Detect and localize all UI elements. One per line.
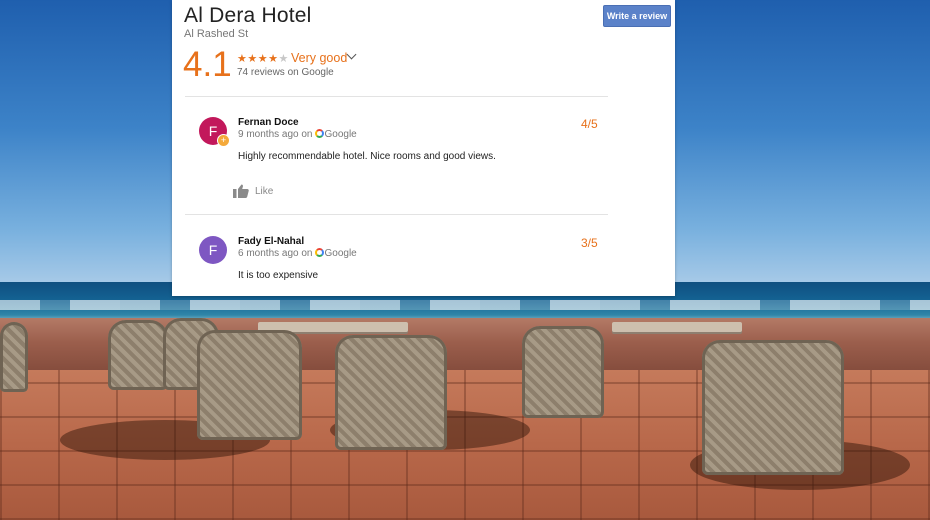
review-meta: 6 months ago on Google: [238, 248, 357, 259]
star-filled-icon: ★: [257, 53, 269, 65]
avatar-initial: F: [208, 242, 218, 258]
google-g-icon: [314, 248, 324, 257]
review-count: 74 reviews on Google: [237, 67, 334, 78]
like-label: Like: [255, 186, 274, 197]
star-filled-icon: ★: [237, 53, 248, 65]
review-score: 3/5: [581, 236, 598, 250]
rating-dropdown[interactable]: Very good: [291, 51, 347, 65]
divider: [185, 96, 608, 97]
review-time: 9 months ago on: [238, 129, 313, 140]
star-filled-icon: ★: [268, 53, 279, 65]
wicker-chair: [335, 335, 447, 450]
wicker-chair: [197, 330, 302, 440]
write-review-button[interactable]: Write a review: [603, 5, 671, 27]
avatar[interactable]: F +: [199, 117, 230, 147]
overall-rating: 4.1: [183, 45, 232, 84]
google-g-icon: [314, 129, 324, 138]
review-source: Google: [324, 129, 357, 140]
review-score: 4/5: [581, 117, 598, 131]
hotel-address: Al Rashed St: [184, 28, 249, 40]
sea-foam: [0, 300, 930, 310]
star-rating: ★★★★★: [237, 52, 289, 65]
review-time: 6 months ago on: [238, 248, 313, 259]
avatar[interactable]: F: [199, 236, 227, 264]
local-guide-badge-icon: +: [217, 134, 230, 147]
star-empty-icon: ★: [278, 53, 289, 65]
wicker-chair: [522, 326, 604, 418]
hotel-name: Al Dera Hotel: [184, 4, 312, 27]
review-author[interactable]: Fernan Doce: [238, 117, 299, 128]
reviews-panel: Al Dera Hotel Al Rashed St Write a revie…: [172, 0, 675, 296]
divider: [185, 214, 608, 215]
review-meta: 9 months ago on Google: [238, 129, 357, 140]
patio-table: [612, 322, 742, 332]
review-text: It is too expensive: [238, 270, 319, 281]
review-text: Highly recommendable hotel. Nice rooms a…: [238, 151, 496, 162]
wicker-chair: [702, 340, 844, 475]
avatar-initial: F: [208, 123, 218, 139]
star-filled-icon: ★: [247, 53, 258, 65]
wicker-chair: [108, 320, 168, 390]
chevron-down-icon[interactable]: [346, 49, 357, 60]
review-source: Google: [324, 248, 357, 259]
review-author[interactable]: Fady El-Nahal: [238, 236, 304, 247]
thumbs-up-icon: [233, 184, 249, 198]
wicker-chair: [0, 322, 28, 392]
